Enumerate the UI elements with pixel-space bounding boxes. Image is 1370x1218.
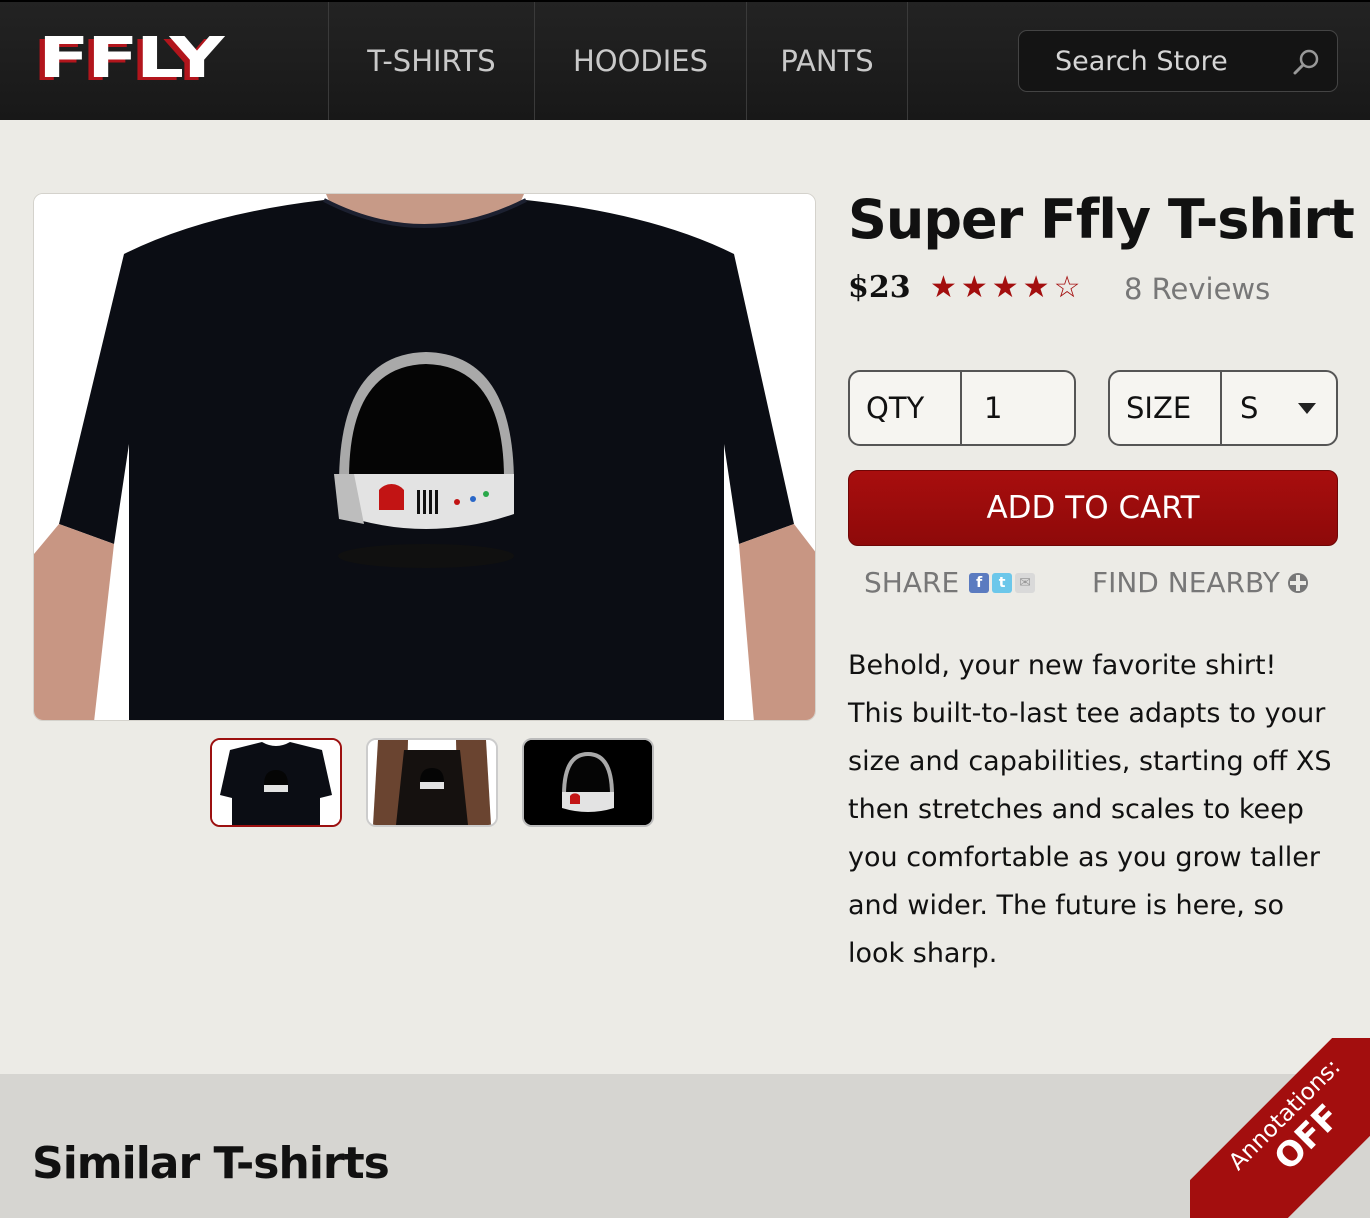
main-nav: T-SHIRTS HOODIES PANTS: [328, 2, 908, 120]
share-label: SHARE: [864, 566, 960, 599]
size-dropdown[interactable]: S: [1222, 372, 1336, 444]
annotations-corner: Annotations: OFF: [1190, 1038, 1370, 1218]
add-to-cart-button[interactable]: ADD TO CART: [848, 470, 1338, 546]
twitter-icon[interactable]: t: [992, 572, 1013, 593]
reviews-link[interactable]: 8 Reviews: [1124, 272, 1270, 306]
similar-title: Similar T-shirts: [32, 1138, 390, 1189]
find-nearby-link[interactable]: FIND NEARBY: [1092, 566, 1310, 599]
product-description: Behold, your new favorite shirt! This bu…: [848, 650, 1332, 969]
crosshair-icon: [1287, 572, 1308, 593]
tshirt-photo: [34, 194, 815, 720]
thumbnail-strip: [210, 738, 654, 827]
find-nearby-label: FIND NEARBY: [1092, 566, 1280, 599]
thumbnail-3[interactable]: [522, 738, 654, 827]
nav-pants[interactable]: PANTS: [746, 2, 908, 120]
thumbnail-1[interactable]: [210, 738, 342, 827]
chevron-down-icon: [1298, 402, 1316, 414]
size-label: SIZE: [1110, 372, 1222, 444]
product-price: $23: [848, 270, 911, 305]
search-box: [1018, 30, 1338, 92]
nav-hoodies[interactable]: HOODIES: [534, 2, 746, 120]
qty-input[interactable]: [962, 372, 1072, 444]
quantity-field: QTY: [848, 370, 1076, 446]
qty-label: QTY: [850, 372, 962, 444]
nav-tshirts[interactable]: T-SHIRTS: [328, 2, 534, 120]
product-main-image: [33, 193, 816, 721]
share-section: SHARE f t ✉: [864, 566, 1036, 599]
email-icon[interactable]: ✉: [1015, 572, 1036, 593]
size-field: SIZE S: [1108, 370, 1338, 446]
facebook-icon[interactable]: f: [969, 572, 990, 593]
size-value: S: [1240, 391, 1259, 425]
ffly-logo[interactable]: FFLY: [38, 31, 362, 87]
thumbnail-2[interactable]: [366, 738, 498, 827]
search-input[interactable]: [1019, 45, 1279, 77]
top-navigation-bar: FFLY T-SHIRTS HOODIES PANTS: [0, 0, 1370, 120]
product-title: Super Ffly T-shirt: [848, 188, 1355, 251]
search-icon[interactable]: [1291, 47, 1321, 77]
rating-stars: ★★★★☆: [930, 270, 1085, 305]
annotations-toggle[interactable]: Annotations: OFF: [1190, 1038, 1370, 1218]
